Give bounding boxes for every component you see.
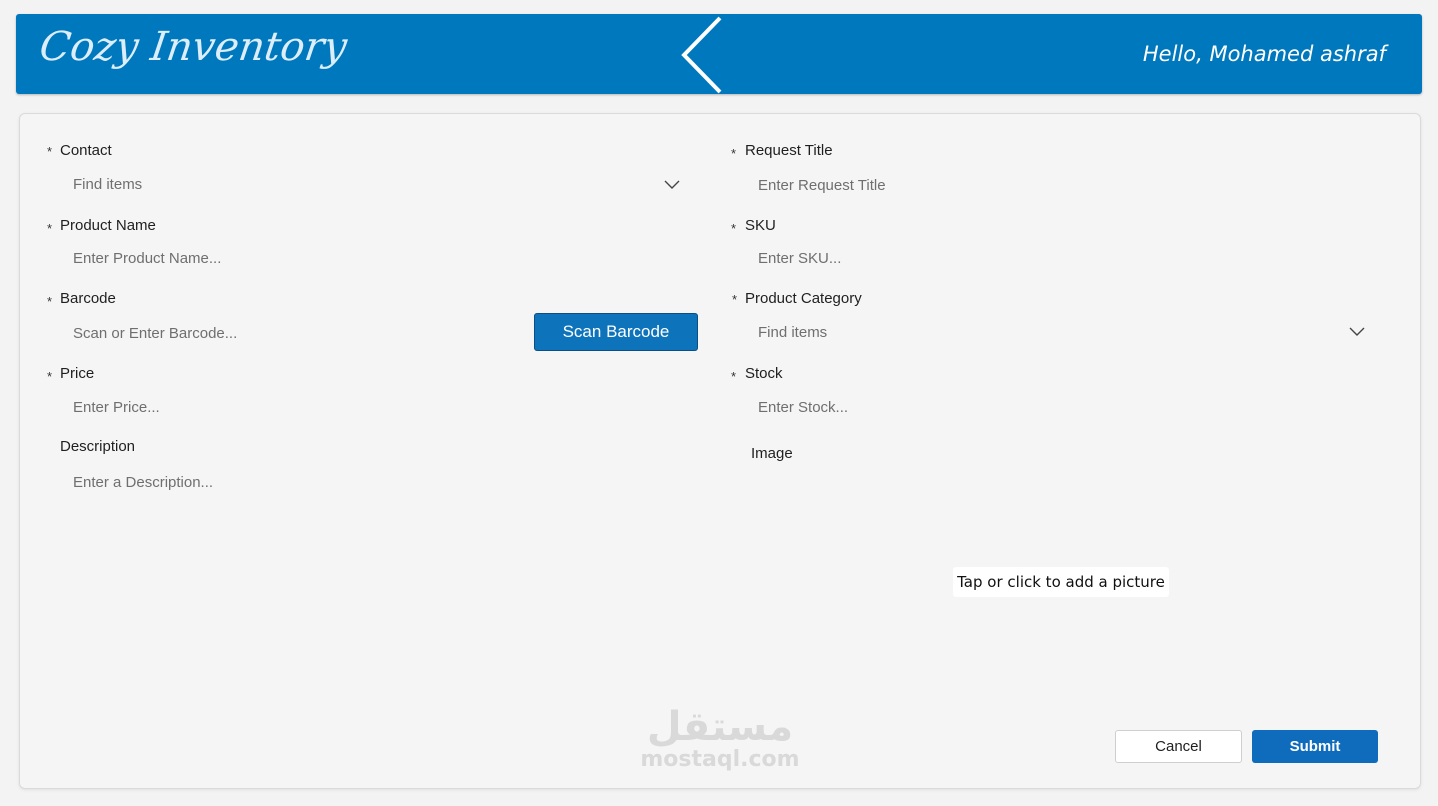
image-label: Image: [751, 445, 793, 462]
request-title-label: Request Title: [745, 142, 833, 159]
app-logo: Cozy Inventory: [36, 24, 350, 70]
chevron-down-icon[interactable]: [1349, 327, 1365, 337]
product-category-dropdown[interactable]: Find items: [745, 318, 1375, 348]
barcode-input[interactable]: [73, 323, 513, 343]
price-label: Price: [60, 365, 95, 382]
description-input[interactable]: [73, 472, 673, 492]
barcode-label: Barcode: [60, 290, 116, 307]
back-chevron-icon[interactable]: [662, 16, 732, 94]
chevron-down-icon[interactable]: [664, 180, 680, 190]
contact-dropdown-text: Find items: [73, 176, 143, 193]
user-greeting: Hello, Mohamed ashraf: [1142, 42, 1386, 66]
required-mark: *: [47, 144, 53, 159]
contact-label: Contact: [60, 142, 112, 159]
product-category-label: Product Category: [745, 290, 862, 307]
product-name-input[interactable]: [73, 248, 513, 268]
required-mark: *: [732, 292, 738, 307]
add-picture-button[interactable]: Tap or click to add a picture: [953, 567, 1169, 597]
scan-barcode-button[interactable]: Scan Barcode: [534, 313, 698, 351]
app-header: Cozy Inventory Hello, Mohamed ashraf: [16, 14, 1422, 94]
description-label: Description: [60, 438, 136, 455]
required-mark: *: [731, 146, 737, 161]
price-input[interactable]: [73, 397, 513, 417]
required-mark: *: [47, 221, 53, 236]
request-title-input[interactable]: [758, 175, 1358, 195]
stock-label: Stock: [745, 365, 783, 382]
contact-dropdown[interactable]: Find items: [60, 170, 690, 200]
sku-label: SKU: [745, 217, 776, 234]
sku-input[interactable]: [758, 248, 1358, 268]
watermark: مستقل mostaql.com: [630, 706, 810, 772]
required-mark: *: [47, 294, 53, 309]
watermark-arabic: مستقل: [646, 704, 794, 750]
product-name-label: Product Name: [60, 217, 156, 234]
stock-input[interactable]: [758, 397, 1358, 417]
cancel-button[interactable]: Cancel: [1115, 730, 1242, 763]
required-mark: *: [731, 369, 737, 384]
required-mark: *: [47, 369, 53, 384]
form-card: [19, 113, 1421, 789]
watermark-latin: mostaql.com: [640, 747, 800, 772]
required-mark: *: [731, 221, 737, 236]
submit-button[interactable]: Submit: [1252, 730, 1378, 763]
product-category-dropdown-text: Find items: [758, 324, 828, 341]
